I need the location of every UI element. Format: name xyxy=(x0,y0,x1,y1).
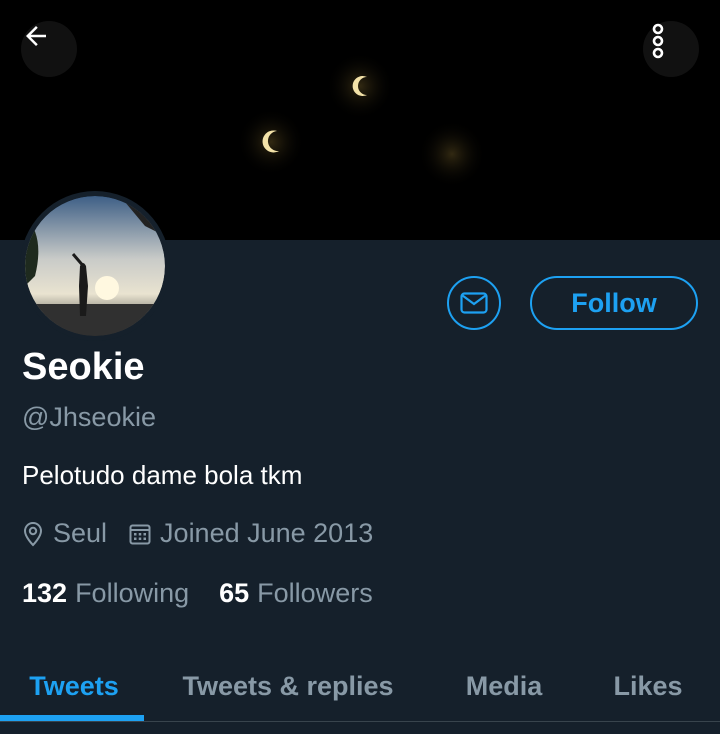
followers-link[interactable]: 65 Followers xyxy=(219,578,373,609)
tab-likes[interactable]: Likes xyxy=(580,650,716,722)
tab-tweets-and-replies[interactable]: Tweets & replies xyxy=(148,650,428,722)
profile-name: Seokie xyxy=(22,346,145,388)
tabs-divider xyxy=(0,721,720,722)
followers-label: Followers xyxy=(257,578,373,608)
profile-location: Seul xyxy=(53,518,108,548)
following-label: Following xyxy=(75,578,190,608)
arrow-left-icon xyxy=(26,26,46,46)
profile-bio: Pelotudo dame bola tkm xyxy=(22,460,303,490)
more-options-button[interactable] xyxy=(643,21,699,77)
following-count: 132 xyxy=(22,578,68,608)
back-button[interactable] xyxy=(21,21,77,77)
avatar[interactable] xyxy=(20,191,170,341)
tab-tweets[interactable]: Tweets xyxy=(0,650,148,722)
location-pin-icon xyxy=(22,521,44,547)
calendar-icon xyxy=(129,523,151,545)
message-button[interactable] xyxy=(447,276,501,330)
profile-meta: Seul Joined June 2013 xyxy=(22,518,373,549)
more-vertical-icon xyxy=(652,23,664,59)
tab-media[interactable]: Media xyxy=(428,650,580,722)
envelope-icon xyxy=(460,292,488,314)
profile-handle: @Jhseokie xyxy=(22,402,156,432)
profile-tabs: Tweets Tweets & replies Media Likes xyxy=(0,650,720,722)
followers-count: 65 xyxy=(219,578,250,608)
profile-joined-date: Joined June 2013 xyxy=(160,518,374,548)
profile-stats: 132 Following 65 Followers xyxy=(22,578,373,609)
avatar-image xyxy=(25,196,165,336)
follow-button[interactable]: Follow xyxy=(530,276,698,330)
following-link[interactable]: 132 Following xyxy=(22,578,189,609)
